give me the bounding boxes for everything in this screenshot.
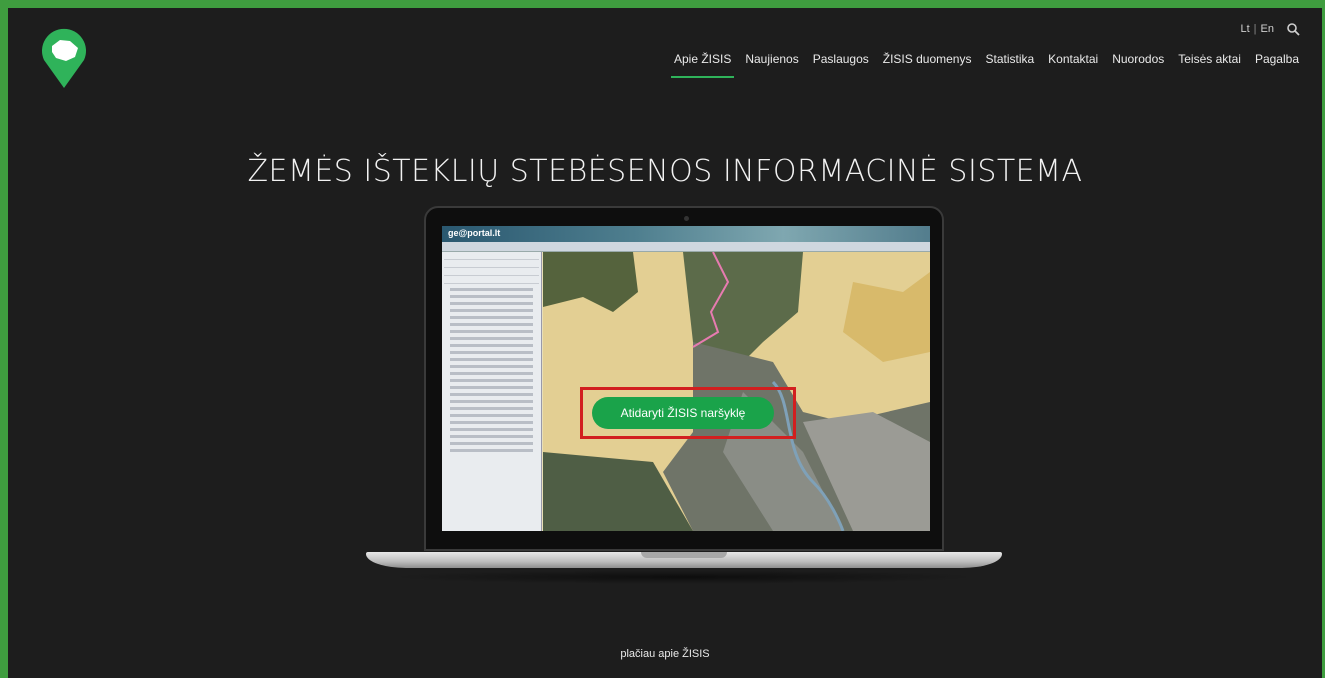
laptop-base [366,552,1002,568]
language-switcher: Lt | En [1240,22,1300,36]
nav-item-zisis-duomenys[interactable]: ŽISIS duomenys [876,52,979,74]
laptop-notch [641,552,727,558]
lang-en-link[interactable]: En [1261,23,1274,35]
search-icon[interactable] [1286,22,1300,36]
nav-item-apie-zisis[interactable]: Apie ŽISIS [667,52,738,78]
page-title: ŽEMĖS IŠTEKLIŲ STEBĖSENOS INFORMACINĖ SI… [247,154,1083,189]
lang-lt-link[interactable]: Lt [1240,23,1249,35]
lithuania-pin-logo[interactable] [38,26,90,90]
screen-side-panel [442,252,542,531]
nav-item-nuorodos[interactable]: Nuorodos [1105,52,1171,74]
geoportal-screenshot: ge@portal.lt [442,226,930,531]
screen-brand-bar: ge@portal.lt [442,226,930,242]
main-navigation: Apie ŽISIS Naujienos Paslaugos ŽISIS duo… [667,52,1306,78]
nav-item-statistika[interactable]: Statistika [978,52,1041,74]
lang-separator: | [1253,23,1257,35]
laptop-shadow [388,570,980,584]
open-zisis-browser-button[interactable]: Atidaryti ŽISIS naršyklę [592,397,774,429]
laptop-camera [684,216,689,221]
nav-item-pagalba[interactable]: Pagalba [1248,52,1306,74]
nav-item-naujienos[interactable]: Naujienos [738,52,805,74]
page-frame: Lt | En Apie ŽISIS Naujienos Paslaugos Ž… [0,0,1325,678]
laptop-lid: ge@portal.lt [424,206,944,551]
nav-item-teises-aktai[interactable]: Teisės aktai [1171,52,1248,74]
screen-toolbar [442,242,930,252]
nav-item-kontaktai[interactable]: Kontaktai [1041,52,1105,74]
more-about-link-row: plačiau apie ŽISIS [8,648,1322,660]
more-about-zisis-link[interactable]: plačiau apie ŽISIS [620,648,709,660]
nav-item-paslaugos[interactable]: Paslaugos [806,52,876,74]
